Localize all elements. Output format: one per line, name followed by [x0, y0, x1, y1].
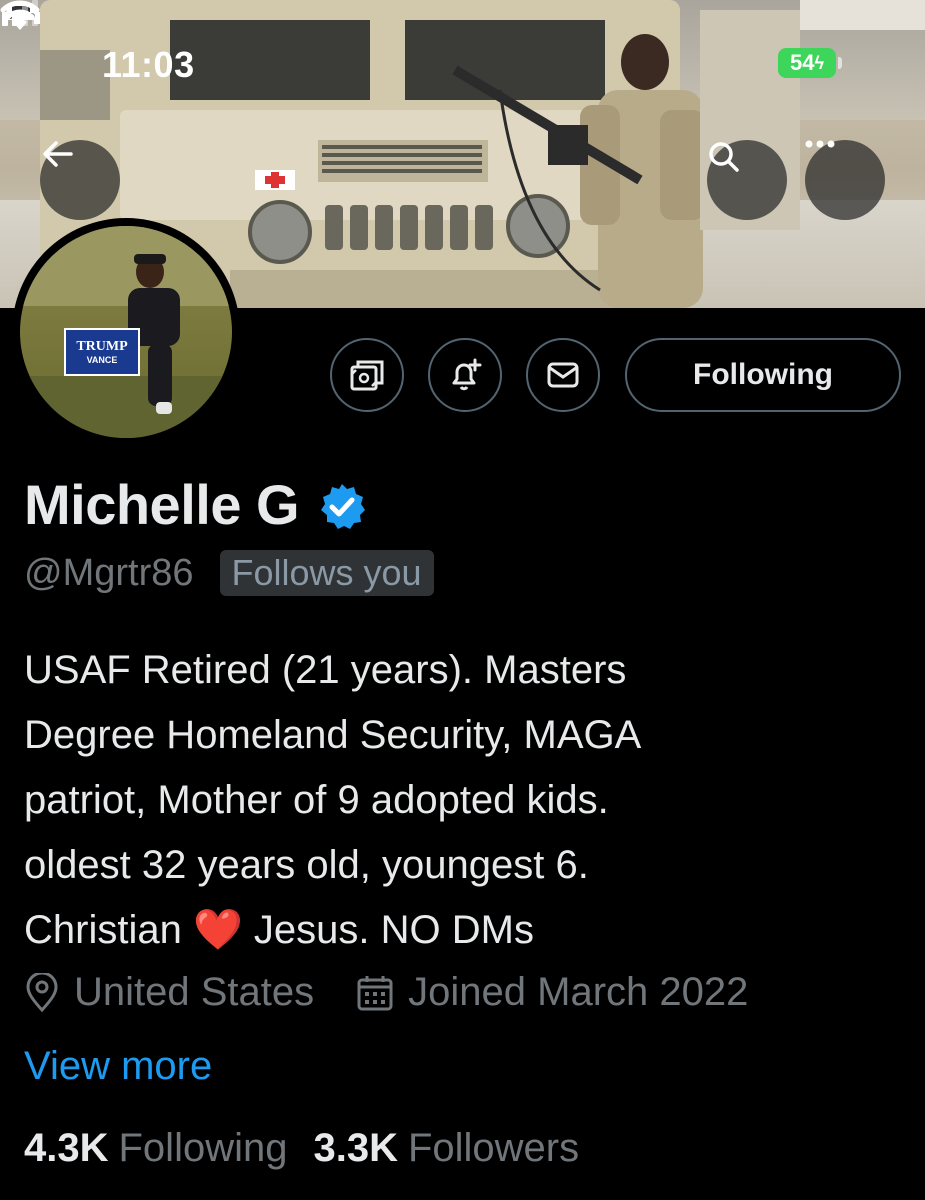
bio-line: oldest 32 years old, youngest 6. [24, 843, 589, 887]
bio-line: USAF Retired (21 years). Masters [24, 648, 627, 692]
bio: USAF Retired (21 years). Masters Degree … [24, 638, 904, 963]
verified-badge-icon[interactable] [317, 482, 367, 532]
avatar-campaign-sign: TRUMP VANCE [64, 328, 140, 376]
followers-count: 3.3K [313, 1126, 398, 1170]
location-text: United States [74, 970, 315, 1014]
location: United States [24, 970, 314, 1015]
back-button[interactable] [40, 140, 120, 220]
follows-you-badge: Follows you [219, 550, 434, 596]
bio-text: Jesus. NO DMs [253, 908, 534, 952]
following-label: Following [118, 1126, 288, 1170]
bio-text: Christian [24, 908, 182, 952]
battery-icon: 54 ϟ [778, 48, 836, 78]
search-button[interactable] [707, 140, 787, 220]
battery-level: 54 [789, 50, 815, 75]
tip-jar-icon [350, 360, 384, 391]
message-button[interactable] [526, 338, 600, 412]
notify-button[interactable] [428, 338, 502, 412]
bio-line: Degree Homeland Security, MAGA [24, 713, 642, 757]
location-pin-icon [26, 972, 58, 1012]
followers-count-link[interactable]: 3.3K Followers [313, 1126, 579, 1171]
followers-label: Followers [407, 1126, 580, 1170]
status-time: 11:03 [102, 44, 195, 85]
following-count: 4.3K [24, 1126, 109, 1170]
avatar-photo: TRUMP VANCE [20, 226, 232, 438]
join-date: Joined March 2022 [356, 970, 748, 1015]
display-name: Michelle G [24, 473, 300, 536]
sign-line-2: VANCE [86, 354, 118, 365]
message-icon [547, 362, 579, 388]
back-arrow-icon [43, 141, 73, 167]
bio-line: patriot, Mother of 9 adopted kids. [24, 778, 609, 822]
follow-counts: 4.3K Following 3.3K Followers [24, 1126, 579, 1171]
profile-avatar[interactable]: TRUMP VANCE [12, 218, 240, 446]
following-button[interactable]: Following [625, 338, 901, 412]
sign-line-1: TRUMP [76, 338, 128, 354]
view-more-link[interactable]: View more [24, 1044, 212, 1089]
name-row: Michelle G [24, 472, 367, 537]
profile-meta: United States Joined March 2022 [24, 970, 748, 1015]
bio-line: Christian ❤️ Jesus. NO DMs [24, 898, 904, 963]
more-icon [805, 140, 835, 148]
handle-row: @Mgrtr86 Follows you [24, 550, 434, 596]
calendar-icon [357, 975, 393, 1010]
more-button[interactable] [805, 140, 885, 220]
notification-bell-icon [452, 358, 482, 391]
handle: @Mgrtr86 [24, 551, 194, 594]
battery-cap [838, 57, 842, 69]
wifi-icon [0, 0, 40, 30]
following-count-link[interactable]: 4.3K Following [24, 1126, 287, 1171]
join-date-text: Joined March 2022 [408, 970, 749, 1014]
heart-emoji: ❤️ [192, 907, 243, 953]
search-icon [709, 142, 739, 172]
tip-button[interactable] [330, 338, 404, 412]
